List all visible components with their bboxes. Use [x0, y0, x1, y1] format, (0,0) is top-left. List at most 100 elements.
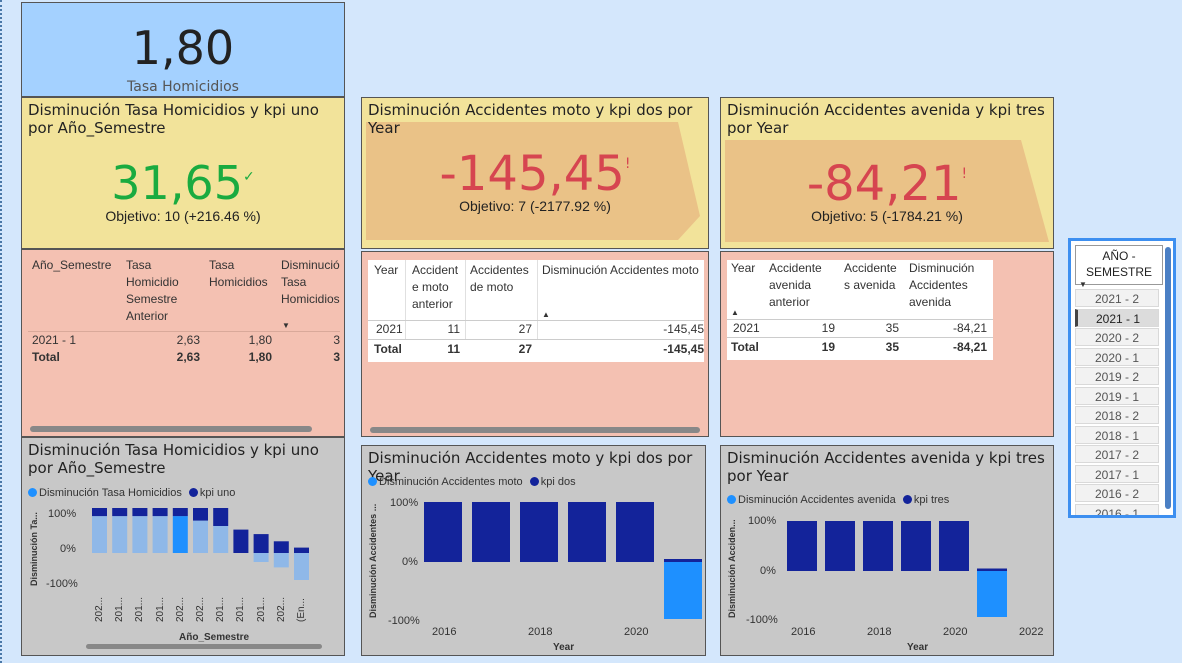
slicer-item[interactable]: 2019 - 1 [1075, 386, 1159, 405]
kpi-uno-card[interactable]: Disminución Tasa Homicidios y kpi uno po… [21, 97, 345, 249]
table3-header-3[interactable]: Disminución Accidentes avenida [909, 260, 974, 311]
bar-kpi uno[interactable] [172, 508, 188, 517]
bar-kpi dos[interactable] [424, 502, 462, 562]
table1-header-1[interactable]: Tasa Homicidio Semestre Anterior [126, 257, 179, 325]
slicer-ano-semestre[interactable]: AÑO - SEMESTRE ▼ 2021 - 2 2021 - 1 2020 - 2… [1068, 238, 1176, 518]
bar-Disminución Tasa Homicidios[interactable] [253, 553, 269, 562]
bar-Disminución Tasa Homicidios[interactable] [273, 553, 289, 568]
slicer-item[interactable]: 2021 - 1 [1075, 308, 1159, 327]
bar-kpi uno[interactable] [112, 508, 128, 517]
table2-header-1[interactable]: Accident e moto anterior [412, 262, 458, 313]
bar-kpi uno[interactable] [132, 508, 148, 517]
bar-kpi dos[interactable] [520, 502, 558, 562]
bar-Disminución Accidentes moto[interactable] [664, 562, 702, 619]
table-accidentes-avenida[interactable]: Year Accidente avenida anterior Accidente s… [720, 251, 1054, 437]
slicer-item[interactable]: 2016 - 2 [1075, 484, 1159, 502]
bar-kpi dos[interactable] [568, 502, 606, 562]
table-accidentes-moto[interactable]: Year Accident e moto anterior Accidentes de… [361, 251, 709, 437]
slicer-item[interactable]: 2021 - 2 [1075, 289, 1159, 307]
bar-kpi tres[interactable] [825, 521, 855, 571]
table-tasa-homicidios[interactable]: Año_Semestre Tasa Homicidio Semestre Anteri… [21, 249, 345, 437]
slicer-item[interactable]: 2018 - 1 [1075, 425, 1159, 444]
table3-header-0[interactable]: Year [731, 260, 755, 277]
legend-dot-icon [902, 495, 912, 504]
table1-horizontal-scrollbar[interactable] [30, 426, 312, 432]
table1-header-3[interactable]: Disminució Tasa Homicidios [281, 257, 341, 308]
bar-kpi uno[interactable] [193, 508, 208, 521]
table2-horizontal-scrollbar[interactable] [370, 427, 700, 433]
bar-kpi uno[interactable] [152, 508, 168, 517]
table2-header-0[interactable]: Year [374, 262, 398, 279]
bar-Disminución Tasa Homicidios[interactable] [294, 553, 309, 580]
table2-cell: 11 [447, 322, 460, 336]
legend-item[interactable]: kpi tres [914, 494, 949, 506]
legend-item[interactable]: kpi dos [541, 476, 576, 488]
bar-kpi uno[interactable] [273, 541, 289, 553]
chart1-plot[interactable] [86, 508, 336, 598]
bar-Disminución Tasa Homicidios[interactable] [92, 516, 107, 553]
bar-kpi tres[interactable] [863, 521, 893, 571]
bar-kpi dos[interactable] [472, 502, 510, 562]
table2-cell: 27 [518, 322, 532, 336]
kpi-tres-card[interactable]: Disminución Accidentes avenida y kpi tre… [720, 97, 1054, 249]
legend-item[interactable]: Disminución Accidentes avenida [738, 494, 896, 506]
slicer-item[interactable]: 2018 - 2 [1075, 406, 1159, 424]
table3-header-2[interactable]: Accidente s avenida [844, 260, 897, 294]
alert-icon: ! [624, 156, 631, 172]
table1-header-0[interactable]: Año_Semestre [32, 257, 111, 274]
bar-kpi uno[interactable] [213, 508, 229, 526]
legend-item[interactable]: Disminución Tasa Homicidios [39, 487, 182, 499]
bar-Disminución Tasa Homicidios[interactable] [172, 516, 188, 553]
slicer-item[interactable]: 2016 - 1 [1075, 503, 1159, 515]
table1-header-2[interactable]: Tasa Homicidios [209, 257, 268, 291]
slicer-vertical-scrollbar[interactable] [1165, 247, 1171, 509]
chart-tasa-homicidios[interactable]: Disminución Tasa Homicidios y kpi uno po… [21, 437, 345, 656]
table3-header-1[interactable]: Accidente avenida anterior [769, 260, 822, 311]
sort-asc-icon[interactable]: ▲ [731, 308, 739, 317]
slicer-header[interactable]: AÑO - SEMESTRE ▼ [1075, 245, 1163, 289]
bar-kpi uno[interactable] [294, 547, 309, 553]
checkmark-icon: ✓ [242, 169, 255, 185]
slicer-item[interactable]: 2020 - 1 [1075, 347, 1159, 366]
bar-kpi dos[interactable] [664, 559, 702, 562]
bar-Disminución Tasa Homicidios[interactable] [193, 520, 208, 553]
bar-kpi tres[interactable] [977, 568, 1007, 572]
bar-Disminución Tasa Homicidios[interactable] [132, 516, 148, 553]
x-tick: 2020 [624, 626, 649, 638]
bar-kpi dos[interactable] [616, 502, 654, 562]
table2-header-3[interactable]: Disminución Accidentes moto [542, 262, 704, 279]
chart2-plot[interactable] [418, 502, 708, 622]
kpi-dos-value: -145,45! [362, 146, 708, 202]
chart-accidentes-avenida[interactable]: Disminución Accidentes avenida y kpi tre… [720, 445, 1054, 656]
bar-Disminución Tasa Homicidios[interactable] [213, 526, 229, 553]
bar-Disminución Accidentes avenida[interactable] [977, 571, 1007, 617]
x-tick: 201... [134, 596, 146, 622]
legend-item[interactable]: kpi uno [200, 487, 235, 499]
bar-Disminución Tasa Homicidios[interactable] [112, 516, 128, 553]
table2-header-2[interactable]: Accidentes de moto [470, 262, 529, 296]
canvas-left-border [0, 0, 6, 663]
x-tick: 202... [275, 596, 287, 622]
chart3-x-axis-label: Year [907, 642, 929, 653]
table3-cell: 2021 [733, 321, 760, 335]
bar-kpi tres[interactable] [787, 521, 817, 571]
bar-kpi uno[interactable] [253, 534, 269, 553]
legend-item[interactable]: Disminución Accidentes moto [379, 476, 523, 488]
slicer-item[interactable]: 2020 - 2 [1075, 328, 1159, 346]
bar-kpi tres[interactable] [939, 521, 969, 571]
bar-Disminución Tasa Homicidios[interactable] [152, 516, 168, 553]
chart-accidentes-moto[interactable]: Disminución Accidentes moto y kpi dos po… [361, 445, 706, 656]
slicer-item[interactable]: 2017 - 1 [1075, 464, 1159, 483]
slicer-item[interactable]: 2019 - 2 [1075, 367, 1159, 385]
bar-kpi tres[interactable] [901, 521, 931, 571]
sort-asc-icon[interactable]: ▲ [542, 310, 550, 319]
chart1-horizontal-scrollbar[interactable] [86, 644, 322, 649]
sort-desc-icon[interactable]: ▼ [282, 321, 290, 330]
kpi-dos-card[interactable]: Disminución Accidentes moto y kpi dos po… [361, 97, 709, 249]
bar-kpi uno[interactable] [92, 508, 107, 517]
table2-total: -145,45 [663, 342, 704, 356]
bar-kpi uno[interactable] [233, 529, 249, 553]
card-tasa-homicidios[interactable]: 1,80 Tasa Homicidios [21, 2, 345, 97]
chart3-plot[interactable] [777, 521, 1057, 621]
slicer-item[interactable]: 2017 - 2 [1075, 445, 1159, 463]
